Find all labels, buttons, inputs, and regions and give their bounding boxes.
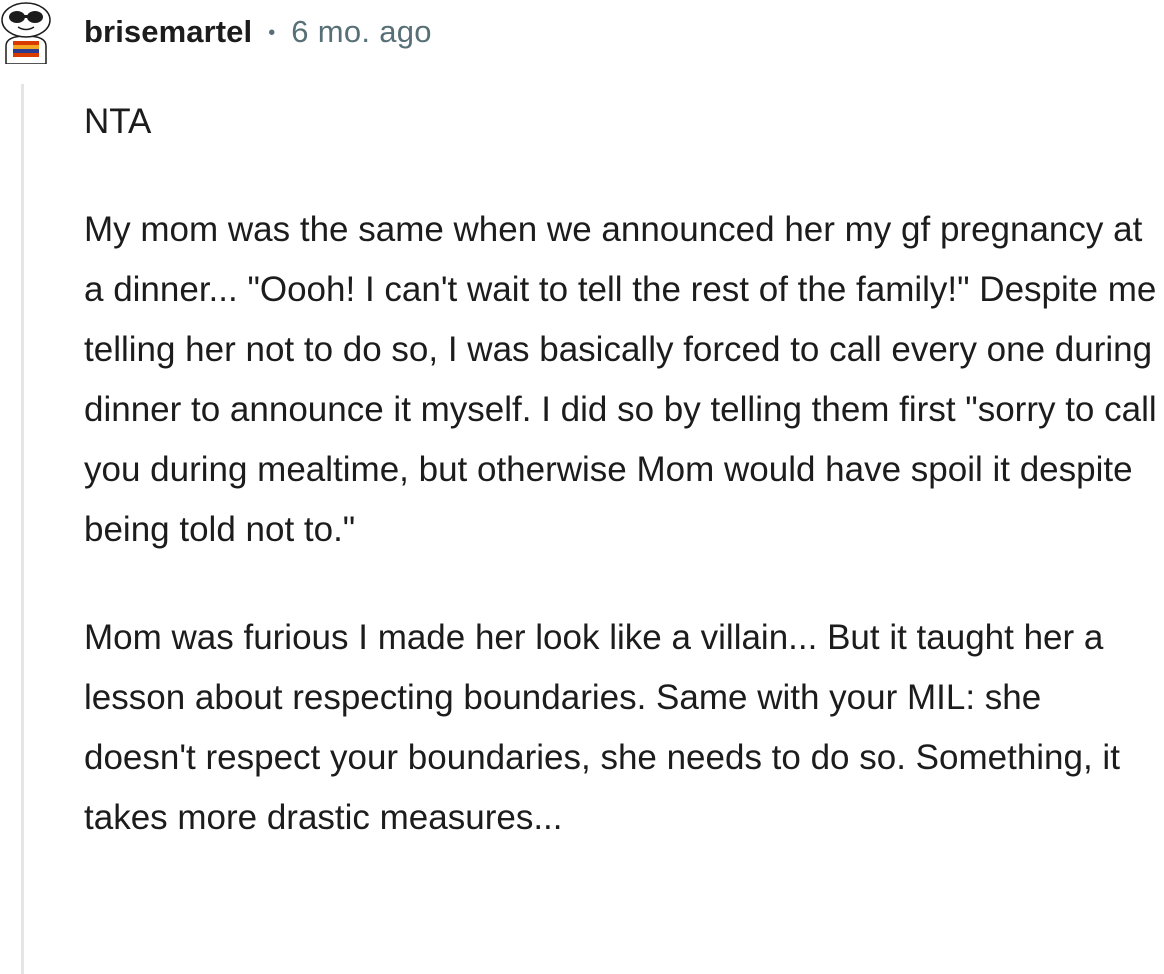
meta-separator: • xyxy=(268,21,276,44)
author-username[interactable]: brisemartel xyxy=(84,14,252,50)
comment-timestamp[interactable]: 6 mo. ago xyxy=(291,14,432,50)
comment-paragraph: Mom was furious I made her look like a v… xyxy=(84,618,1120,837)
comment: brisemartel • 6 mo. ago NTA My mom was t… xyxy=(0,0,1164,974)
thread-collapse-line[interactable] xyxy=(21,84,24,974)
user-avatar-icon[interactable] xyxy=(0,0,58,65)
comment-meta: brisemartel • 6 mo. ago xyxy=(84,10,432,54)
comment-body: NTA My mom was the same when we announce… xyxy=(84,92,1162,848)
comment-paragraph: NTA xyxy=(84,102,152,141)
comment-paragraph: My mom was the same when we announced he… xyxy=(84,210,1157,549)
